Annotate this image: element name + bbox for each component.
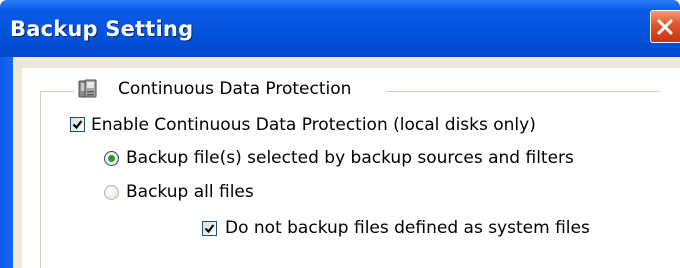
group-box-border-top-right bbox=[386, 91, 660, 92]
window-frame-left bbox=[0, 57, 13, 268]
group-box-border-left bbox=[40, 91, 41, 268]
backup-selected-sources-label[interactable]: Backup file(s) selected by backup source… bbox=[126, 148, 574, 168]
cdp-computer-icon bbox=[76, 78, 98, 100]
enable-cdp-checkbox[interactable] bbox=[70, 117, 85, 132]
backup-all-files-label[interactable]: Backup all files bbox=[126, 182, 254, 202]
group-title: Continuous Data Protection bbox=[118, 79, 358, 99]
backup-setting-dialog: Backup Setting Continuous Data Protectio… bbox=[0, 0, 680, 268]
title-bar[interactable]: Backup Setting bbox=[0, 0, 680, 57]
exclude-system-files-label[interactable]: Do not backup files defined as system fi… bbox=[225, 218, 590, 238]
backup-selected-sources-radio[interactable] bbox=[104, 151, 119, 166]
group-box-border-top-left bbox=[40, 91, 74, 92]
window-title: Backup Setting bbox=[10, 17, 194, 41]
backup-all-files-radio[interactable] bbox=[104, 185, 119, 200]
checkmark-icon bbox=[72, 120, 83, 130]
radio-selected-dot bbox=[108, 155, 115, 162]
enable-cdp-label[interactable]: Enable Continuous Data Protection (local… bbox=[91, 115, 536, 135]
checkmark-icon bbox=[204, 224, 215, 234]
close-button[interactable] bbox=[650, 10, 680, 43]
exclude-system-files-checkbox[interactable] bbox=[202, 221, 217, 236]
